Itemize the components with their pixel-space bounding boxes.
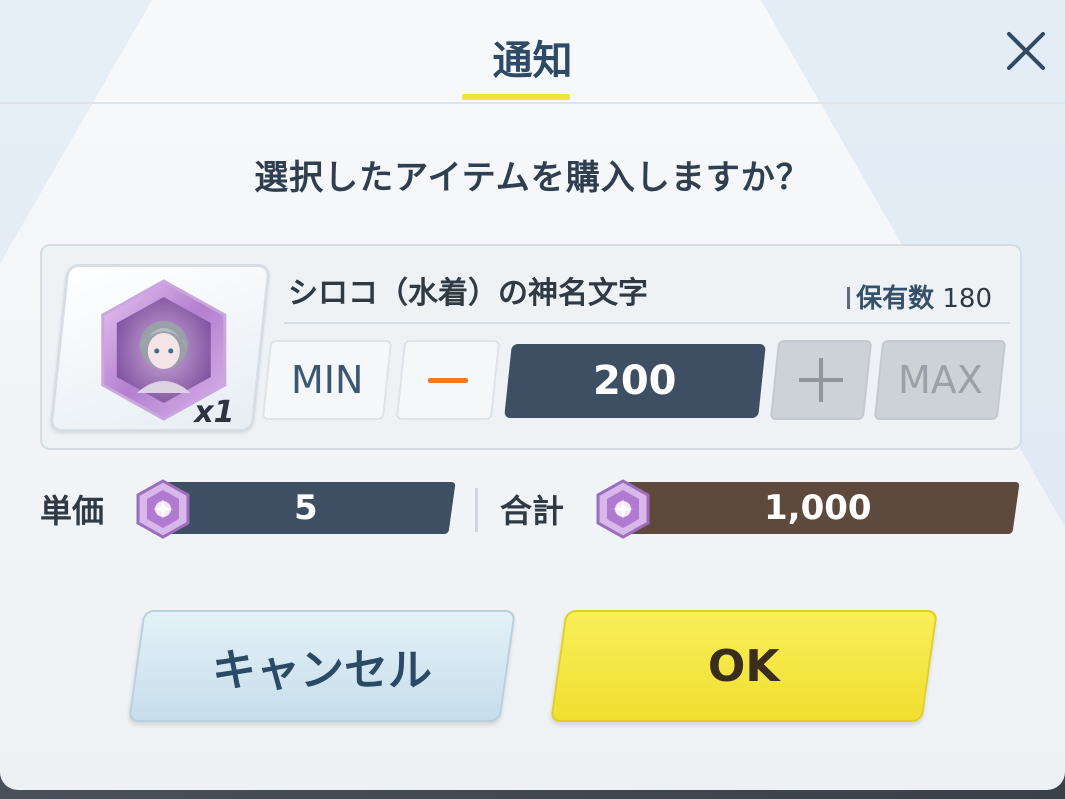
total-price-value: 1,000 — [764, 488, 872, 528]
owned-marker — [847, 287, 851, 309]
max-button-label: MAX — [897, 358, 983, 402]
quantity-value: 200 — [593, 358, 677, 404]
ok-button[interactable]: OK — [550, 610, 938, 722]
confirm-question: 選択したアイテムを購入しますか？ — [254, 158, 811, 198]
owned-label: 保有数 — [856, 284, 935, 314]
dialog-title: 通知 — [492, 38, 573, 84]
total-price-bar: 1,000 — [616, 482, 1020, 534]
unit-price-label: 単価 — [40, 492, 105, 530]
minus-icon — [428, 377, 468, 383]
eligma-gem-icon — [136, 479, 190, 539]
eligma-gem-icon — [596, 479, 650, 539]
max-button[interactable]: MAX — [873, 340, 1007, 420]
close-icon — [1007, 32, 1045, 70]
unit-price-value: 5 — [294, 488, 318, 528]
item-name: シロコ（水着）の神名文字 — [288, 276, 648, 311]
item-panel: x1 シロコ（水着）の神名文字 保有数 180 MIN 200 MAX — [40, 244, 1022, 450]
quantity-field[interactable]: 200 — [504, 344, 766, 418]
price-separator — [475, 488, 478, 532]
cancel-button-label: キャンセル — [212, 645, 432, 696]
ok-button-label: OK — [708, 640, 780, 692]
owned-count: 保有数 180 — [847, 278, 992, 315]
title-underline — [462, 94, 570, 100]
plus-icon — [799, 358, 843, 402]
close-button[interactable] — [1001, 26, 1051, 76]
purchase-dialog: 通知 選択したアイテムを購入しますか？ x1 シロコ（水着）の神名文字 保有数 … — [0, 0, 1065, 790]
owned-value: 180 — [942, 284, 992, 314]
min-button-label: MIN — [290, 358, 364, 402]
cancel-button[interactable]: キャンセル — [128, 610, 516, 722]
item-thumbnail[interactable]: x1 — [49, 264, 271, 432]
total-price-label: 合計 — [500, 492, 565, 530]
increment-button[interactable] — [769, 340, 873, 420]
dialog-header: 通知 — [0, 0, 1065, 104]
item-divider — [284, 322, 1010, 324]
decrement-button[interactable] — [395, 340, 501, 420]
min-button[interactable]: MIN — [261, 340, 393, 420]
unit-price-bar: 5 — [156, 482, 456, 534]
item-quantity-badge: x1 — [194, 395, 235, 430]
